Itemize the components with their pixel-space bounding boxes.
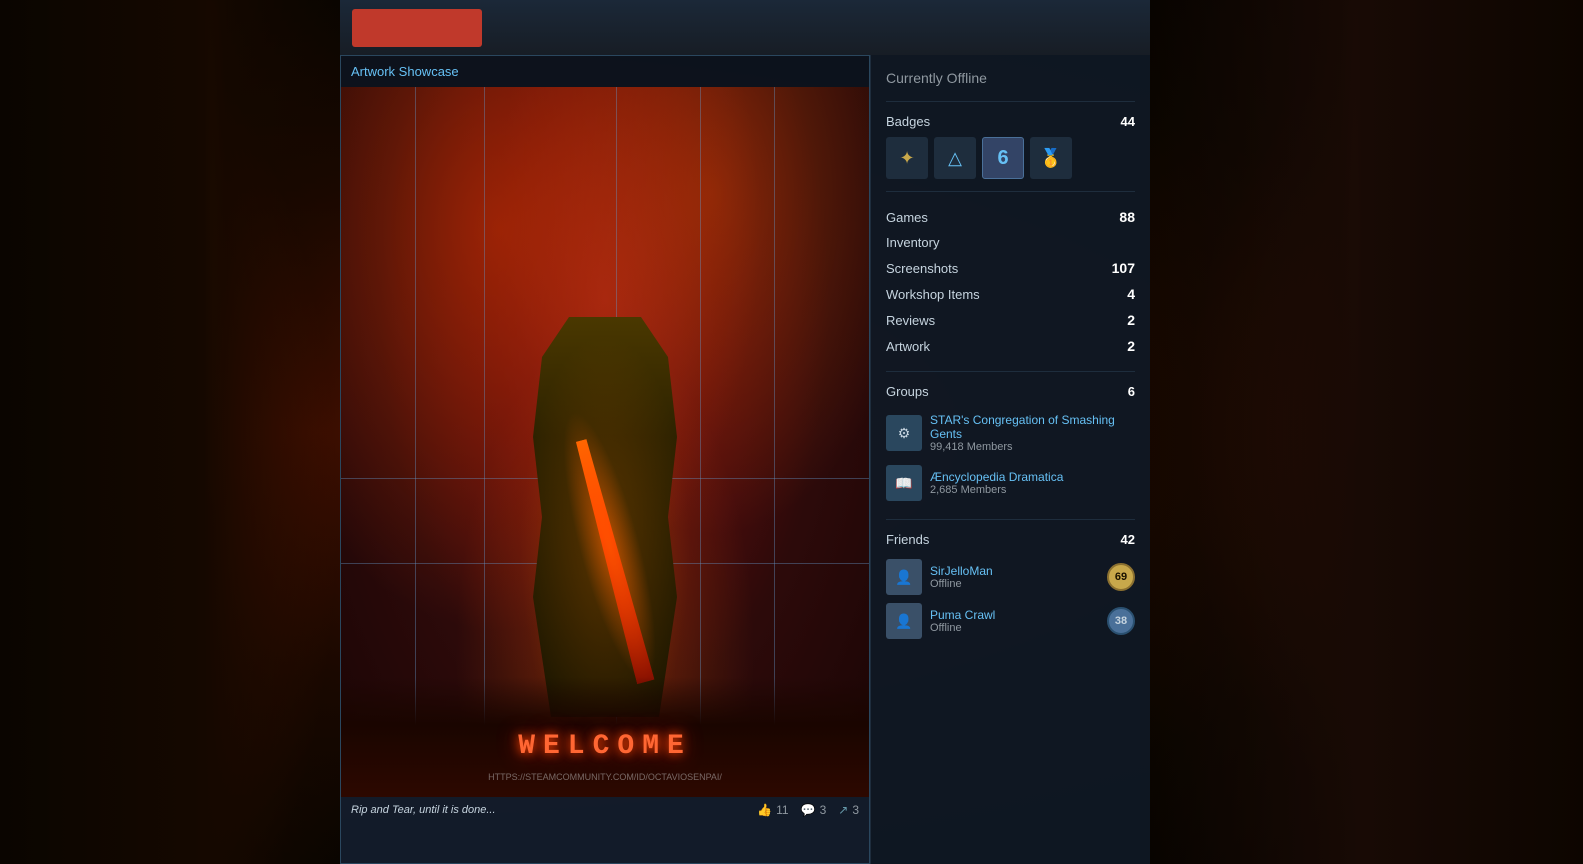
friends-header: Friends 42 bbox=[886, 532, 1135, 547]
friend-info-2: Puma Crawl Offline bbox=[930, 608, 1099, 634]
groups-count: 6 bbox=[1128, 384, 1135, 399]
friend-name-1[interactable]: SirJelloMan bbox=[930, 564, 1099, 578]
group-avatar-2: 📖 bbox=[886, 465, 922, 501]
friends-count: 42 bbox=[1121, 532, 1135, 547]
doom-slayer-figure bbox=[465, 237, 745, 717]
friend-info-1: SirJelloMan Offline bbox=[930, 564, 1099, 590]
url-text: HTTPS://STEAMCOMMUNITY.COM/ID/OCTAVIOSEN… bbox=[488, 772, 722, 782]
groups-header: Groups 6 bbox=[886, 384, 1135, 399]
friend-item-2[interactable]: 👤 Puma Crawl Offline 38 bbox=[886, 599, 1135, 643]
coin-badge[interactable]: 🥇 bbox=[1030, 137, 1072, 179]
artwork-count: 2 bbox=[1127, 338, 1135, 354]
artwork-caption: Rip and Tear, until it is done... bbox=[351, 804, 745, 816]
groups-label: Groups bbox=[886, 384, 929, 399]
status-text: Currently Offline bbox=[886, 70, 1135, 86]
comments-stat[interactable]: 💬 3 bbox=[801, 803, 827, 817]
right-pillar bbox=[1143, 0, 1583, 864]
friend-avatar-2: 👤 bbox=[886, 603, 922, 639]
friend-level-1: 69 bbox=[1107, 563, 1135, 591]
likes-stat[interactable]: 👍 11 bbox=[757, 803, 788, 817]
workshop-row[interactable]: Workshop Items 4 bbox=[886, 281, 1135, 307]
divider-2 bbox=[886, 191, 1135, 192]
divider-1 bbox=[886, 101, 1135, 102]
friend-level-2: 38 bbox=[1107, 607, 1135, 635]
games-row[interactable]: Games 88 bbox=[886, 204, 1135, 230]
comments-count: 3 bbox=[820, 803, 827, 817]
badges-label: Badges bbox=[886, 114, 930, 129]
group-item-1[interactable]: ⚙ STAR's Congregation of Smashing Gents … bbox=[886, 407, 1135, 459]
badges-title: Badges 44 bbox=[886, 114, 1135, 129]
group-info-1: STAR's Congregation of Smashing Gents 99… bbox=[930, 413, 1135, 453]
workshop-count: 4 bbox=[1127, 286, 1135, 302]
friends-label: Friends bbox=[886, 532, 929, 547]
divider-4 bbox=[886, 519, 1135, 520]
group-name-2[interactable]: Æncyclopedia Dramatica bbox=[930, 470, 1135, 484]
main-content: Artwork Showcase bbox=[340, 55, 1150, 864]
top-bar-button[interactable] bbox=[352, 9, 482, 47]
artwork-row[interactable]: Artwork 2 bbox=[886, 333, 1135, 359]
screenshots-row[interactable]: Screenshots 107 bbox=[886, 255, 1135, 281]
artwork-image[interactable]: WELCOME HTTPS://STEAMCOMMUNITY.COM/ID/OC… bbox=[341, 87, 869, 797]
group-name-1[interactable]: STAR's Congregation of Smashing Gents bbox=[930, 413, 1135, 441]
badges-section: Badges 44 ✦ △ 6 🥇 bbox=[886, 114, 1135, 179]
friend-status-1: Offline bbox=[930, 578, 1099, 590]
groups-section: Groups 6 ⚙ STAR's Congregation of Smashi… bbox=[886, 384, 1135, 507]
like-icon: 👍 bbox=[757, 803, 772, 817]
artwork-showcase-panel: Artwork Showcase bbox=[340, 55, 870, 864]
six-badge[interactable]: 6 bbox=[982, 137, 1024, 179]
welcome-text: WELCOME bbox=[518, 731, 692, 762]
shares-count: 3 bbox=[852, 803, 859, 817]
badges-icons: ✦ △ 6 🥇 bbox=[886, 137, 1135, 179]
workshop-label: Workshop Items bbox=[886, 287, 980, 302]
triangle-badge[interactable]: △ bbox=[934, 137, 976, 179]
left-pillar bbox=[0, 0, 340, 864]
reviews-label: Reviews bbox=[886, 313, 935, 328]
shares-stat[interactable]: ↗ 3 bbox=[838, 803, 859, 817]
friend-name-2[interactable]: Puma Crawl bbox=[930, 608, 1099, 622]
games-label: Games bbox=[886, 210, 928, 225]
friend-status-2: Offline bbox=[930, 622, 1099, 634]
divider-3 bbox=[886, 371, 1135, 372]
group-info-2: Æncyclopedia Dramatica 2,685 Members bbox=[930, 470, 1135, 496]
inventory-label: Inventory bbox=[886, 235, 939, 250]
reviews-row[interactable]: Reviews 2 bbox=[886, 307, 1135, 333]
likes-count: 11 bbox=[776, 803, 788, 817]
comment-icon: 💬 bbox=[801, 803, 816, 817]
group-item-2[interactable]: 📖 Æncyclopedia Dramatica 2,685 Members bbox=[886, 459, 1135, 507]
inventory-row[interactable]: Inventory bbox=[886, 230, 1135, 255]
star-badge[interactable]: ✦ bbox=[886, 137, 928, 179]
group-members-1: 99,418 Members bbox=[930, 441, 1135, 453]
showcase-title: Artwork Showcase bbox=[341, 56, 869, 87]
group-avatar-1: ⚙ bbox=[886, 415, 922, 451]
top-bar bbox=[340, 0, 1150, 55]
artwork-label: Artwork bbox=[886, 339, 930, 354]
badges-count: 44 bbox=[1121, 114, 1135, 129]
screenshots-count: 107 bbox=[1112, 260, 1135, 276]
share-icon: ↗ bbox=[838, 803, 848, 817]
friends-section: Friends 42 👤 SirJelloMan Offline 69 👤 Pu… bbox=[886, 532, 1135, 643]
group-members-2: 2,685 Members bbox=[930, 484, 1135, 496]
games-count: 88 bbox=[1119, 209, 1135, 225]
profile-panel: Currently Offline Badges 44 ✦ △ 6 🥇 Game… bbox=[870, 55, 1150, 864]
screenshots-label: Screenshots bbox=[886, 261, 958, 276]
friend-avatar-1: 👤 bbox=[886, 559, 922, 595]
friend-item-1[interactable]: 👤 SirJelloMan Offline 69 bbox=[886, 555, 1135, 599]
reviews-count: 2 bbox=[1127, 312, 1135, 328]
artwork-footer: Rip and Tear, until it is done... 👍 11 💬… bbox=[341, 797, 869, 823]
